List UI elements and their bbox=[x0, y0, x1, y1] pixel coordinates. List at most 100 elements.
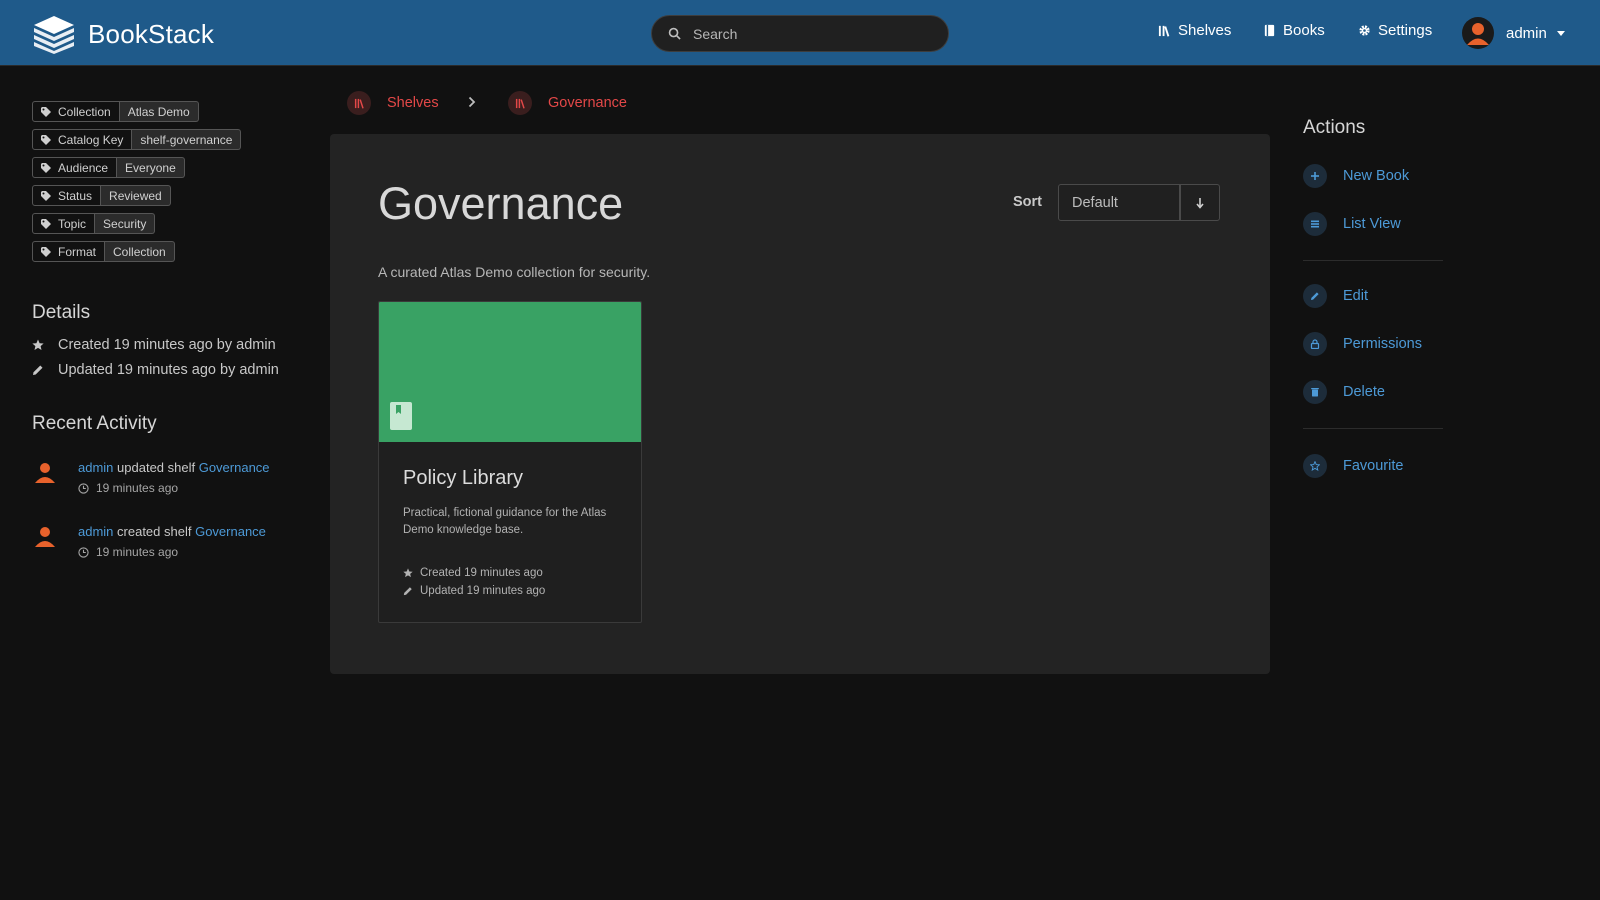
star-icon bbox=[403, 568, 413, 578]
app-logo[interactable]: BookStack bbox=[32, 14, 214, 54]
tag-value[interactable]: Atlas Demo bbox=[119, 101, 199, 122]
tag-item[interactable]: Collection Atlas Demo bbox=[32, 101, 241, 122]
tag-value[interactable]: shelf-governance bbox=[132, 129, 242, 150]
delete-button[interactable]: Delete bbox=[1303, 380, 1385, 404]
tag-item[interactable]: Status Reviewed bbox=[32, 185, 241, 206]
tag-value[interactable]: Security bbox=[95, 213, 156, 234]
gear-icon bbox=[1359, 25, 1370, 36]
breadcrumb-current[interactable]: Governance bbox=[508, 91, 627, 115]
activity-time-text: 19 minutes ago bbox=[96, 481, 179, 495]
book-updated: Updated 19 minutes ago bbox=[403, 585, 545, 597]
activity-time: 19 minutes ago bbox=[78, 481, 178, 495]
shelves-icon bbox=[354, 98, 364, 109]
clock-icon bbox=[78, 546, 89, 558]
list-view-label: List View bbox=[1343, 216, 1401, 232]
tag-item[interactable]: Format Collection bbox=[32, 241, 241, 262]
tag-item[interactable]: Topic Security bbox=[32, 213, 241, 234]
avatar bbox=[1462, 17, 1494, 49]
user-avatar-icon bbox=[35, 463, 55, 483]
tag-icon bbox=[41, 218, 51, 229]
tag-value[interactable]: Reviewed bbox=[101, 185, 171, 206]
chevron-down-icon bbox=[1556, 30, 1565, 36]
book-description: Practical, fictional guidance for the At… bbox=[403, 507, 607, 536]
breadcrumb-current-label: Governance bbox=[548, 95, 627, 111]
detail-updated: Updated 19 minutes ago by admin bbox=[32, 362, 279, 378]
favourite-label: Favourite bbox=[1343, 458, 1404, 474]
nav-books-label: Books bbox=[1283, 22, 1325, 39]
permissions-button[interactable]: Permissions bbox=[1303, 332, 1422, 356]
tag-list: Collection Atlas Demo Catalog Key shelf-… bbox=[32, 101, 242, 269]
sort-label: Sort bbox=[1013, 194, 1042, 210]
search-icon bbox=[668, 27, 681, 40]
sort-direction-button[interactable] bbox=[1180, 184, 1220, 221]
delete-label: Delete bbox=[1343, 384, 1385, 400]
tag-icon bbox=[41, 106, 51, 117]
tag-key: Topic bbox=[58, 216, 87, 231]
new-book-label: New Book bbox=[1343, 168, 1410, 184]
book-title[interactable]: Policy Library bbox=[403, 467, 523, 490]
book-updated-text: Updated 19 minutes ago bbox=[420, 585, 546, 597]
tag-icon bbox=[41, 190, 51, 201]
star-outline-icon bbox=[1310, 461, 1320, 471]
tag-key: Collection bbox=[58, 104, 111, 119]
edit-button[interactable]: Edit bbox=[1303, 284, 1368, 308]
user-name: admin bbox=[1506, 24, 1547, 42]
sort-select[interactable]: Default bbox=[1058, 184, 1180, 221]
lock-icon bbox=[1310, 339, 1320, 349]
tag-icon bbox=[41, 162, 51, 173]
activity-text: admin updated shelf Governance bbox=[78, 460, 270, 475]
tag-key: Catalog Key bbox=[58, 132, 124, 147]
clock-icon bbox=[78, 482, 89, 494]
book-created: Created 19 minutes ago bbox=[403, 567, 543, 579]
activity-target-link[interactable]: Governance bbox=[195, 524, 266, 539]
tag-key: Audience bbox=[58, 160, 109, 175]
tag-key: Format bbox=[58, 244, 97, 259]
permissions-label: Permissions bbox=[1343, 336, 1422, 352]
favourite-button[interactable]: Favourite bbox=[1303, 454, 1403, 478]
nav-shelves-label: Shelves bbox=[1178, 22, 1232, 39]
page-title: Governance bbox=[378, 178, 624, 229]
book-icon bbox=[1264, 24, 1275, 37]
nav-settings[interactable]: Settings bbox=[1358, 22, 1432, 39]
detail-created-text: Created 19 minutes ago by admin bbox=[58, 337, 276, 353]
actions-heading: Actions bbox=[1303, 117, 1366, 138]
user-avatar-icon bbox=[35, 527, 55, 547]
book-cover bbox=[379, 302, 641, 442]
activity-target-link[interactable]: Governance bbox=[199, 460, 270, 475]
details-heading: Details bbox=[32, 302, 91, 323]
detail-created: Created 19 minutes ago by admin bbox=[32, 337, 276, 353]
list-icon bbox=[1311, 220, 1319, 228]
activity-time-text: 19 minutes ago bbox=[96, 545, 179, 559]
book-created-text: Created 19 minutes ago bbox=[420, 567, 543, 579]
tag-item[interactable]: Catalog Key shelf-governance bbox=[32, 129, 242, 150]
user-avatar-icon bbox=[1467, 23, 1489, 45]
shelf-description: A curated Atlas Demo collection for secu… bbox=[378, 264, 651, 280]
tag-value[interactable]: Collection bbox=[105, 241, 175, 262]
nav-settings-label: Settings bbox=[1378, 22, 1433, 39]
breadcrumb-shelves-label: Shelves bbox=[387, 95, 439, 111]
app-name: BookStack bbox=[88, 18, 215, 49]
search-input[interactable] bbox=[693, 25, 923, 42]
activity-user-link[interactable]: admin bbox=[78, 460, 113, 475]
recent-activity-heading: Recent Activity bbox=[32, 413, 157, 434]
activity-user-link[interactable]: admin bbox=[78, 524, 113, 539]
search-box[interactable] bbox=[651, 15, 949, 52]
tag-icon bbox=[41, 134, 51, 145]
nav-books[interactable]: Books bbox=[1263, 22, 1325, 39]
tag-item[interactable]: Audience Everyone bbox=[32, 157, 241, 178]
new-book-button[interactable]: New Book bbox=[1303, 164, 1409, 188]
tag-value[interactable]: Everyone bbox=[117, 157, 185, 178]
edit-label: Edit bbox=[1343, 288, 1368, 304]
actions-divider bbox=[1303, 260, 1443, 261]
breadcrumb-shelves[interactable]: Shelves bbox=[347, 91, 439, 115]
detail-updated-text: Updated 19 minutes ago by admin bbox=[58, 362, 279, 378]
book-card[interactable]: Policy Library Practical, fictional guid… bbox=[378, 301, 642, 623]
pencil-icon bbox=[403, 587, 412, 596]
top-header: BookStack Shelves Books Settings admin bbox=[0, 0, 1600, 66]
nav-shelves[interactable]: Shelves bbox=[1158, 22, 1231, 39]
chevron-right-icon bbox=[468, 96, 476, 108]
pencil-icon bbox=[1311, 292, 1319, 300]
star-icon bbox=[32, 339, 44, 350]
list-view-button[interactable]: List View bbox=[1303, 212, 1401, 236]
user-menu[interactable]: admin bbox=[1462, 17, 1565, 49]
